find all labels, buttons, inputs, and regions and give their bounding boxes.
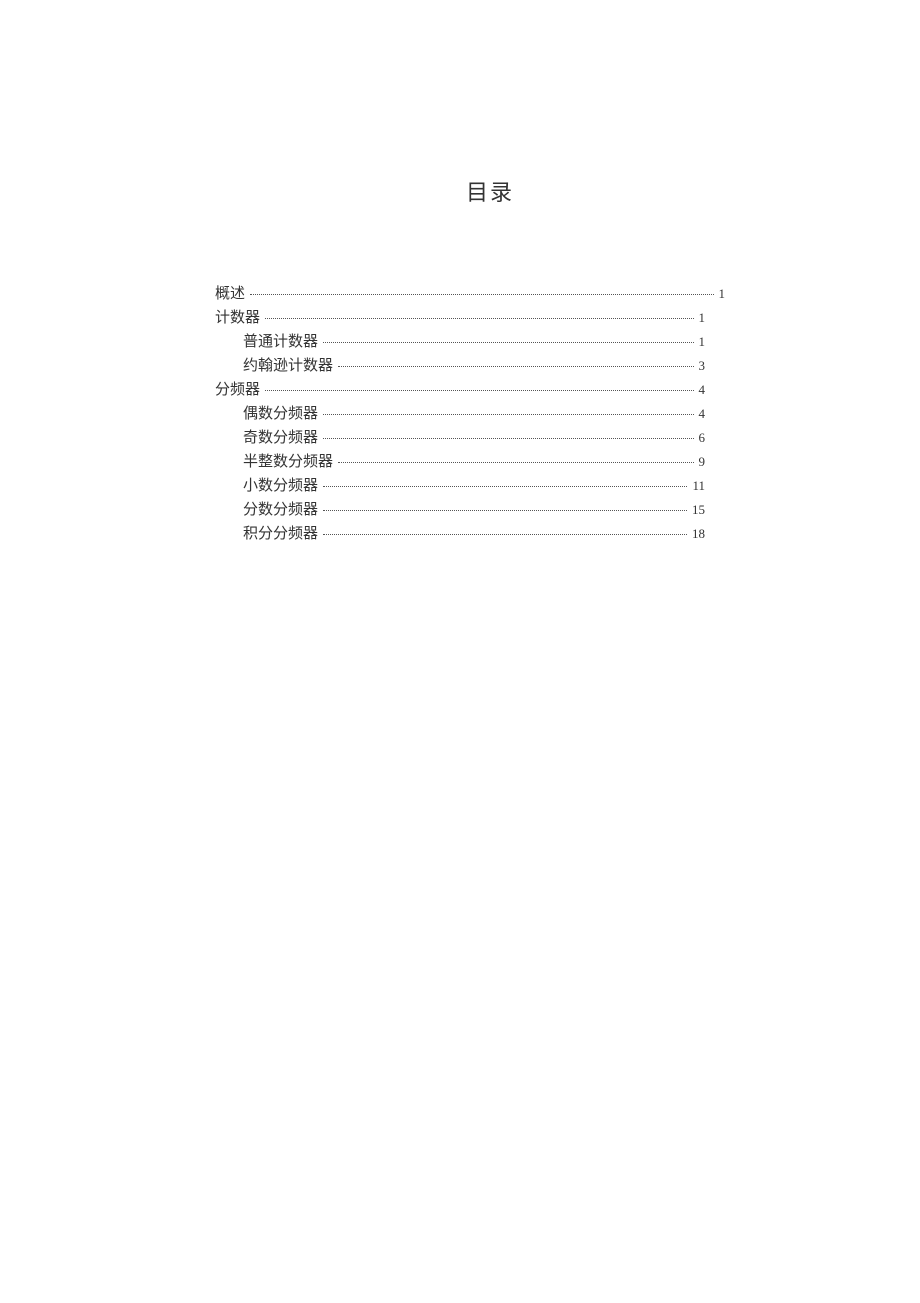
- toc-entry: 分数分频器 15: [215, 503, 705, 518]
- toc-entry-page: 1: [717, 287, 726, 300]
- toc-leader-dots: [323, 486, 687, 487]
- toc-entry-page: 4: [697, 383, 706, 396]
- toc-entry: 分频器 4: [215, 383, 705, 398]
- toc-entry-label: 偶数分频器: [243, 407, 320, 422]
- toc-leader-dots: [265, 390, 693, 391]
- toc-leader-dots: [323, 534, 687, 535]
- toc-entry-page: 4: [697, 407, 706, 420]
- toc-entry: 半整数分频器 9: [215, 455, 705, 470]
- toc-entry-page: 6: [697, 431, 706, 444]
- toc-entry-label: 积分分频器: [243, 527, 320, 542]
- toc-entry-label: 小数分频器: [243, 479, 320, 494]
- toc-leader-dots: [323, 510, 687, 511]
- toc-entry: 小数分频器 11: [215, 479, 705, 494]
- toc-entry-page: 1: [697, 335, 706, 348]
- toc-entry-label: 半整数分频器: [243, 455, 335, 470]
- toc-entry: 约翰逊计数器 3: [215, 359, 705, 374]
- toc-entry-page: 18: [690, 527, 705, 540]
- toc-leader-dots: [323, 342, 693, 343]
- toc-entry-label: 分频器: [215, 383, 262, 398]
- toc-entry: 积分分频器 18: [215, 527, 705, 542]
- toc-entry-label: 普通计数器: [243, 335, 320, 350]
- toc-leader-dots: [323, 414, 693, 415]
- toc-entry: 偶数分频器 4: [215, 407, 705, 422]
- toc-leader-dots: [338, 366, 693, 367]
- toc-entry-page: 9: [697, 455, 706, 468]
- toc-entry-label: 分数分频器: [243, 503, 320, 518]
- toc-leader-dots: [323, 438, 693, 439]
- toc-entry: 概述1: [215, 287, 705, 302]
- toc-leader-dots: [338, 462, 693, 463]
- table-of-contents: 概述1 计数器 1 普通计数器 1 约翰逊计数器 3 分频器 4 偶数分频器 4 奇数分频器 6 半整数分…: [215, 287, 705, 542]
- toc-entry-page: 11: [690, 479, 705, 492]
- toc-entry-page: 3: [697, 359, 706, 372]
- toc-entry-page: 15: [690, 503, 705, 516]
- toc-entry-label: 计数器: [215, 311, 262, 326]
- toc-leader-dots: [250, 294, 713, 295]
- document-page: 目录 概述1计数器1普通计数器1约翰逊计数器3分频器4偶数分频器4奇数分频器6半…: [0, 0, 920, 542]
- toc-entry: 奇数分频器 6: [215, 431, 705, 446]
- toc-entry-page: 1: [697, 311, 706, 324]
- toc-entry-label: 奇数分频器: [243, 431, 320, 446]
- toc-entry-label: 约翰逊计数器: [243, 359, 335, 374]
- toc-entry: 计数器 1: [215, 311, 705, 326]
- toc-leader-dots: [265, 318, 693, 319]
- toc-entry-label: 概述: [215, 287, 247, 302]
- toc-entry: 普通计数器 1: [215, 335, 705, 350]
- toc-title: 目录: [275, 175, 705, 207]
